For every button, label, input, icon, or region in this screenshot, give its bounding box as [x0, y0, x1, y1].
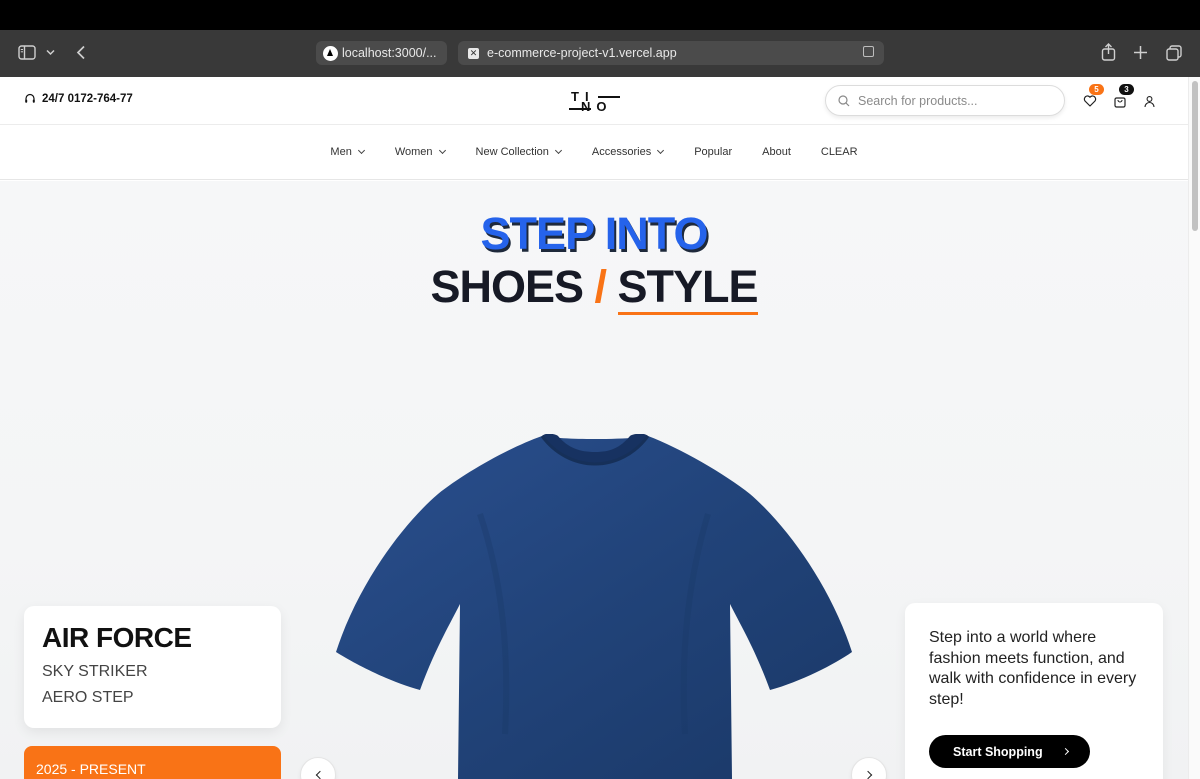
nav-item-women[interactable]: Women — [394, 146, 446, 158]
hero-word-shoes: SHOES — [430, 261, 584, 312]
reader-mode-icon[interactable] — [863, 46, 874, 57]
site-logo[interactable]: TI NO — [569, 90, 621, 114]
navy-tshirt-product-image — [336, 434, 852, 779]
start-shopping-button[interactable]: Start Shopping — [929, 735, 1090, 768]
nav-item-new-collection[interactable]: New Collection — [475, 146, 562, 158]
chevron-right-icon — [1061, 747, 1070, 756]
nav-label: Popular — [694, 146, 733, 158]
support-phone: 24/7 0172-764-77 — [24, 93, 133, 105]
nav-item-accessories[interactable]: Accessories — [591, 146, 665, 158]
search-icon — [838, 94, 850, 106]
tab-label: e-commerce-project-v1.vercel.app — [487, 46, 677, 60]
browser-toolbar: localhost:3000/... ✕ e-commerce-project-… — [0, 30, 1200, 77]
search-input[interactable] — [858, 93, 1048, 108]
new-tab-plus-icon[interactable] — [1133, 45, 1148, 60]
tab-vercel-app[interactable]: ✕ e-commerce-project-v1.vercel.app — [458, 41, 884, 65]
nav-item-popular[interactable]: Popular — [694, 146, 732, 158]
nav-label: About — [762, 146, 791, 158]
vercel-favicon-icon — [323, 45, 338, 61]
product-title: AIR FORCE — [42, 622, 192, 653]
nav-label: Men — [330, 146, 352, 158]
product-variant: SKY STRIKER — [42, 663, 148, 680]
nav-item-clear[interactable]: CLEAR — [821, 146, 858, 158]
product-variant: AERO STEP — [42, 689, 134, 706]
cta-label: Start Shopping — [953, 744, 1043, 759]
user-icon[interactable] — [1143, 95, 1156, 108]
chevron-right-icon — [863, 770, 872, 779]
logo-text-bottom: NO — [581, 99, 613, 114]
shopping-bag-icon[interactable] — [1113, 94, 1127, 108]
tab-overview-icon[interactable] — [1166, 45, 1182, 61]
site-header: 24/7 0172-764-77 TI NO 5 3 — [0, 77, 1188, 125]
hero-section: STEP INTO SHOES / STYLE AIR FORCE SKY ST… — [0, 181, 1188, 779]
carousel-next-button[interactable] — [851, 757, 887, 779]
hero-heading-line2: SHOES / STYLE — [0, 261, 1188, 315]
nav-item-men[interactable]: Men — [330, 146, 365, 158]
chevron-down-icon — [438, 146, 446, 155]
share-icon[interactable] — [1101, 43, 1116, 61]
hero-heading-line1: STEP INTO — [480, 208, 709, 259]
tab-localhost[interactable]: localhost:3000/... — [316, 41, 447, 65]
chevron-down-icon — [554, 146, 562, 155]
cart-count-badge: 3 — [1119, 84, 1134, 95]
promo-card: Step into a world where fashion meets fu… — [905, 603, 1163, 779]
hero-slash: / — [594, 261, 607, 312]
chevron-down-icon — [357, 146, 365, 155]
chevron-left-icon — [315, 770, 324, 779]
nav-label: Accessories — [591, 146, 652, 158]
tab-label: localhost:3000/... — [342, 46, 437, 60]
product-info-card: AIR FORCE SKY STRIKER AERO STEP — [24, 606, 281, 728]
nav-label: CLEAR — [820, 146, 858, 158]
hero-word-style: STYLE — [617, 261, 759, 315]
nav-label: Women — [394, 146, 433, 158]
sidebar-toggle-icon[interactable] — [18, 45, 36, 60]
chevron-down-icon — [657, 146, 665, 155]
back-arrow-icon[interactable] — [76, 45, 86, 60]
heart-icon[interactable] — [1083, 94, 1097, 108]
search-bar[interactable] — [825, 85, 1065, 116]
os-top-bar — [0, 0, 1200, 30]
close-favicon-icon: ✕ — [468, 47, 479, 59]
chevron-down-icon[interactable] — [46, 49, 55, 56]
webpage: 24/7 0172-764-77 TI NO 5 3 — [0, 77, 1188, 779]
logo-bar — [598, 96, 620, 98]
scrollbar-thumb[interactable] — [1192, 81, 1198, 231]
wishlist-count-badge: 5 — [1089, 84, 1104, 95]
page-scrollbar[interactable] — [1188, 77, 1200, 779]
main-navigation: Men Women New Collection Accessories Pop… — [0, 125, 1188, 180]
nav-label: New Collection — [475, 146, 549, 158]
nav-item-about[interactable]: About — [762, 146, 791, 158]
headset-icon — [25, 93, 35, 103]
date-range-badge: 2025 - PRESENT — [24, 746, 281, 779]
phone-number: 24/7 0172-764-77 — [42, 93, 133, 105]
promo-text: Step into a world where fashion meets fu… — [929, 629, 1137, 708]
